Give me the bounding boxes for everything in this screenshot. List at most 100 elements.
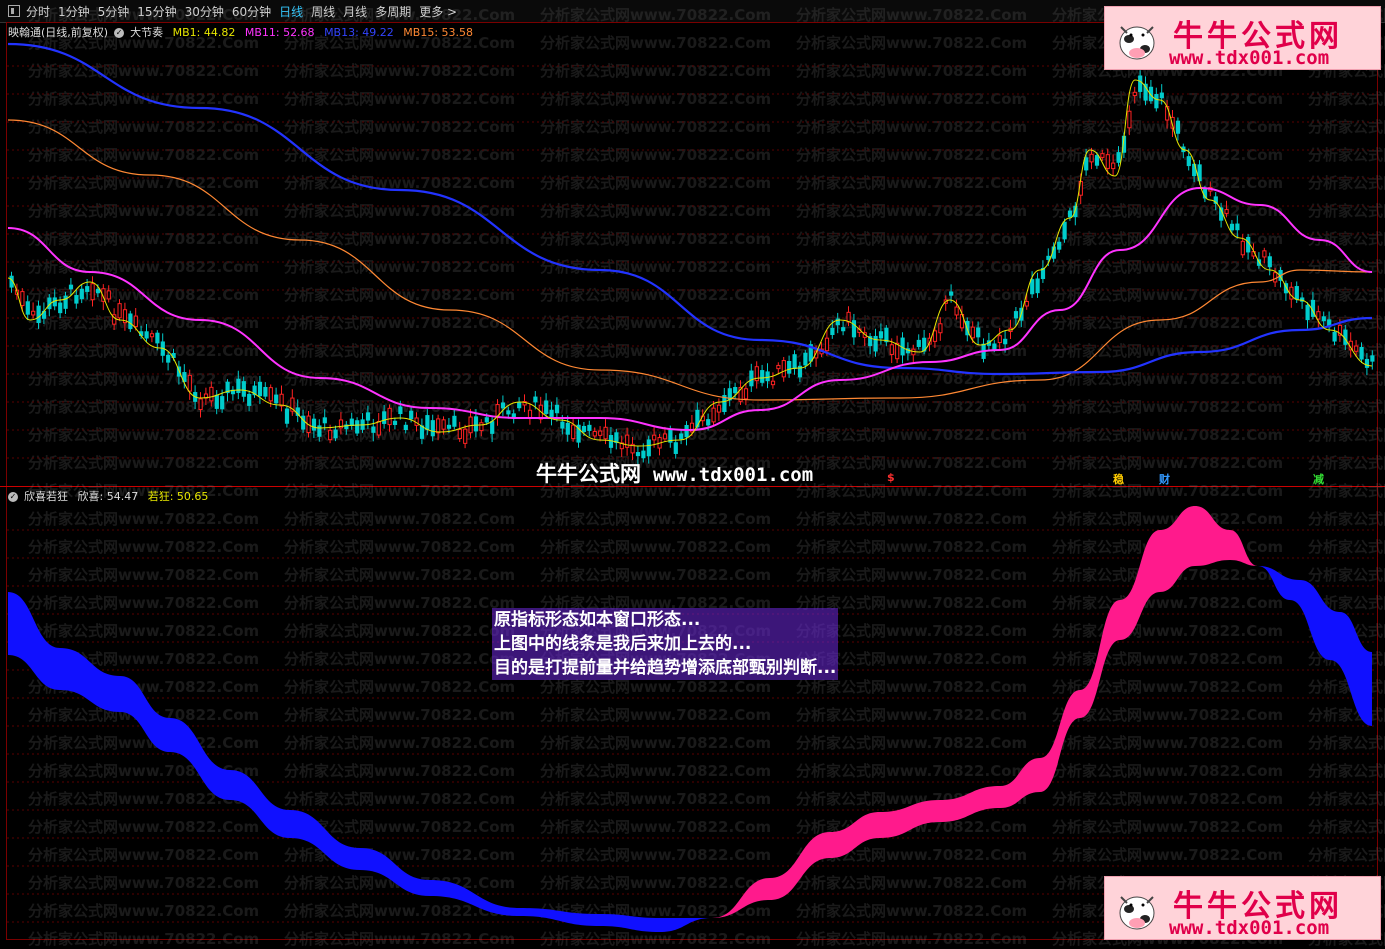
candle-body (1062, 221, 1067, 240)
candle-body (155, 332, 160, 344)
candle-body (392, 420, 398, 425)
candle-body (511, 413, 516, 418)
candle-body (1224, 209, 1229, 214)
candle-body (1229, 223, 1235, 231)
candle-body (36, 305, 41, 324)
candle-body (841, 327, 846, 332)
candle-body (403, 424, 408, 431)
candle-body (716, 404, 722, 413)
candle-body (479, 422, 484, 432)
stock-title[interactable]: 映翰通(日线,前复权) (8, 26, 108, 39)
candle-body (878, 331, 884, 339)
candle-body (85, 286, 90, 292)
candle-body (1094, 155, 1100, 166)
signal-marker-wen: 稳 (1113, 473, 1124, 486)
candle-body (803, 352, 808, 366)
candle-body (311, 418, 317, 431)
candle-body (117, 303, 122, 319)
candle-body (581, 425, 587, 433)
candle-body (1046, 255, 1051, 260)
candle-body (473, 416, 479, 432)
lower-indicator-title[interactable]: 欣喜若狂 (24, 490, 68, 503)
candle-body (484, 417, 489, 423)
signal-marker-cai: 财 (1159, 473, 1170, 486)
candle-body (646, 439, 651, 457)
candle-body (830, 327, 835, 335)
candle-body (1138, 75, 1143, 92)
candle-body (851, 320, 857, 338)
candle-body (824, 337, 830, 352)
candle-body (387, 407, 392, 426)
candle-body (781, 360, 786, 378)
candle-body (95, 288, 101, 294)
candle-body (268, 387, 273, 402)
candle-body (970, 326, 975, 339)
candle-body (425, 415, 430, 431)
candle-body (992, 343, 997, 350)
candle-body (733, 387, 738, 394)
candle-body (560, 421, 565, 429)
candle-body (257, 381, 263, 397)
band-fall-segment-2 (1258, 566, 1372, 726)
candle-body (765, 371, 770, 382)
candle-body (533, 396, 538, 403)
candle-body (625, 434, 630, 448)
indicator-grid (7, 529, 1377, 923)
candle-body (517, 402, 522, 409)
cow-icon (1119, 26, 1155, 60)
annotation-note: 原指标形态如本窗口形态... 上图中的线条是我后来加上去的... 目的是打提前量… (492, 608, 839, 680)
candle-body (274, 394, 279, 404)
candle-body (1332, 331, 1337, 342)
brand-logo-top: 牛牛公式网 www.tdx001.com (1104, 6, 1381, 70)
candle-body (679, 433, 684, 440)
candle-body (641, 450, 646, 459)
candle-body (349, 418, 354, 426)
candle-body (322, 417, 327, 424)
candle-body (128, 313, 133, 330)
candle-body (1105, 154, 1110, 169)
candle-body (565, 422, 570, 435)
candle-body (463, 428, 468, 444)
candle-body (382, 411, 387, 424)
candle-body (603, 426, 608, 440)
mb1-value: MB1: 44.82 (172, 26, 236, 39)
candle-body (976, 327, 981, 338)
candle-body (241, 381, 246, 397)
candle-body (1364, 358, 1370, 368)
mb11-value: MB11: 52.68 (244, 26, 315, 39)
candle-body (441, 419, 446, 430)
candle-body (1354, 345, 1359, 352)
candle-body (1294, 286, 1299, 300)
candle-body (333, 429, 338, 439)
candle-body (571, 424, 576, 440)
candle-body (949, 291, 954, 296)
mb15-value: MB15: 53.58 (403, 26, 474, 39)
candle-body (1262, 250, 1267, 258)
candle-body (1267, 256, 1272, 268)
candle-body (846, 311, 851, 323)
candle-body (263, 386, 268, 397)
candle-body (884, 327, 889, 343)
candle-body (144, 331, 149, 339)
candle-body (614, 432, 619, 444)
candle-body (1127, 110, 1132, 129)
settings-circle-icon[interactable]: ✓ (114, 28, 125, 38)
candle-body (1321, 316, 1326, 322)
settings-circle-icon[interactable]: ✓ (8, 492, 18, 502)
center-brand-name: 牛牛公式网 (536, 462, 641, 486)
candle-body (31, 310, 36, 316)
candle-body (662, 433, 668, 440)
candle-body (1359, 346, 1364, 360)
candlesticks (9, 70, 1375, 465)
candle-body (90, 283, 95, 301)
candle-body (770, 380, 776, 386)
candle-body (997, 335, 1002, 344)
candle-body (25, 301, 30, 315)
brand-logo-bottom: 牛牛公式网 www.tdx001.com (1104, 876, 1381, 940)
candle-body (328, 429, 333, 441)
candle-body (1057, 241, 1062, 250)
candle-body (500, 402, 506, 409)
indicator-name[interactable]: 大节奏 (130, 26, 163, 39)
candle-body (1003, 338, 1008, 345)
candle-body (1305, 304, 1310, 321)
